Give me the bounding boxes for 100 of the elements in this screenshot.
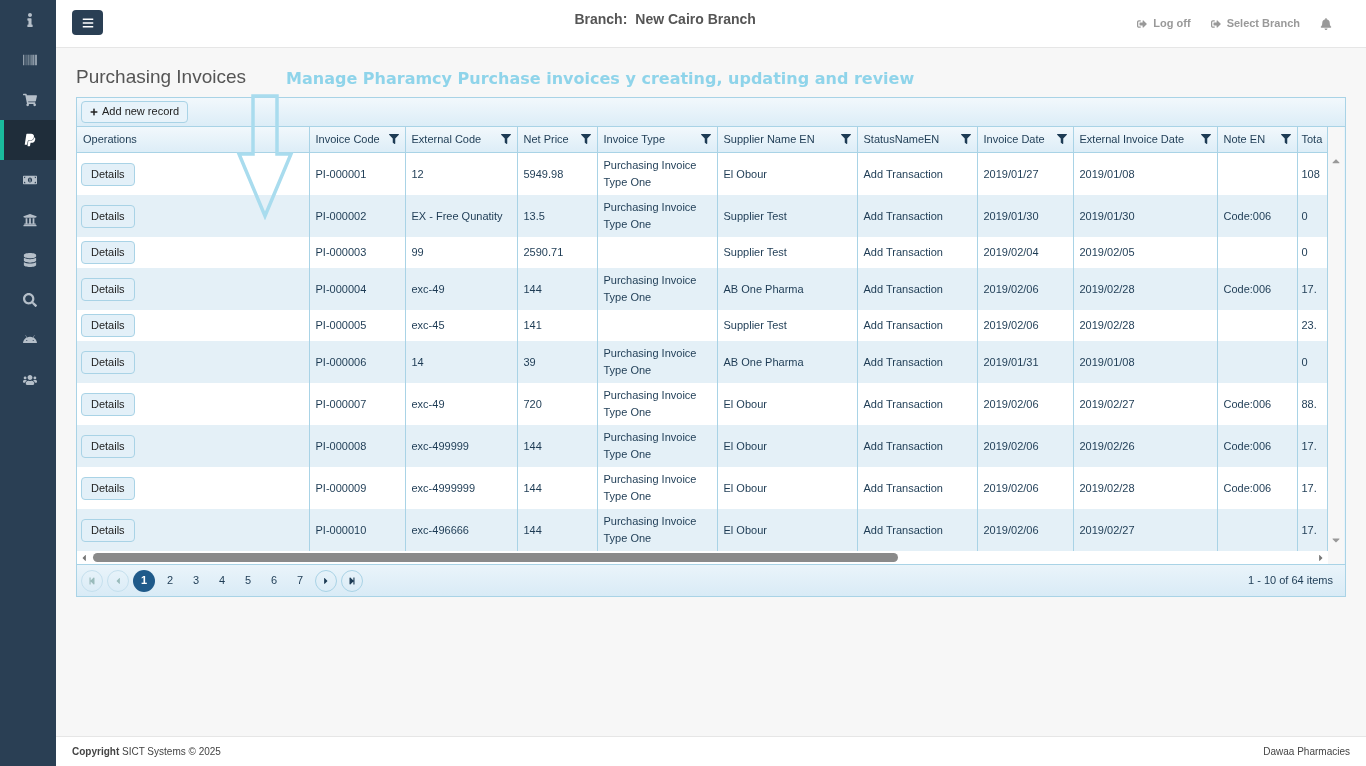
- table-cell: 13.5: [523, 209, 545, 222]
- sidebar-item[interactable]: [0, 120, 56, 160]
- page-button[interactable]: 7: [289, 569, 311, 592]
- filter-icon[interactable]: [1280, 134, 1291, 145]
- table-cell: Add Transaction: [863, 167, 943, 180]
- add-record-button[interactable]: Add new record: [81, 100, 189, 123]
- copyright-text: Copyright SICT Systems © 2025: [72, 745, 221, 759]
- column-header[interactable]: Invoice Date: [977, 126, 1073, 153]
- table-cell: Add Transaction: [863, 209, 943, 222]
- table-cell: 2019/02/06: [983, 282, 1039, 295]
- details-button[interactable]: Details: [81, 350, 135, 374]
- table-cell: 99: [411, 246, 424, 258]
- menu-icon: [81, 16, 94, 29]
- table-cell: Add Transaction: [863, 319, 943, 331]
- filter-icon[interactable]: [1056, 134, 1067, 145]
- page-button[interactable]: 6: [263, 569, 285, 592]
- column-header[interactable]: Invoice Code: [309, 126, 405, 153]
- table-cell: PI-000009: [315, 481, 367, 494]
- table-cell: 2019/02/28: [1079, 319, 1135, 331]
- column-header[interactable]: Tota: [1297, 126, 1327, 153]
- annotation-text: Manage Pharamcy Purchase invoices y creating, updating and review: [286, 67, 915, 90]
- table-cell: PI-000007: [315, 397, 367, 410]
- table-cell: Code:006: [1223, 397, 1272, 410]
- table-cell: Add Transaction: [863, 523, 943, 536]
- page-button[interactable]: 2: [159, 569, 181, 592]
- filter-icon[interactable]: [500, 134, 511, 145]
- table-cell: PI-000002: [315, 209, 367, 222]
- filter-icon[interactable]: [960, 134, 971, 145]
- page-button[interactable]: 3: [185, 569, 207, 592]
- table-cell: Purchasing Invoice Type One: [603, 201, 697, 230]
- details-button[interactable]: Details: [81, 434, 135, 458]
- table-cell: Add Transaction: [863, 355, 943, 368]
- table-cell: 141: [523, 319, 542, 331]
- column-header[interactable]: External Invoice Date: [1073, 126, 1217, 153]
- table-cell: Purchasing Invoice Type One: [603, 159, 697, 188]
- table-cell: Add Transaction: [863, 397, 943, 410]
- details-button[interactable]: Details: [81, 162, 135, 186]
- column-header[interactable]: StatusNameEN: [857, 126, 977, 153]
- table-cell: 5949.98: [523, 167, 564, 180]
- table-cell: EX - Free Qunatity: [411, 209, 503, 222]
- page-button[interactable]: 5: [237, 569, 259, 592]
- table-cell: PI-000001: [315, 167, 367, 180]
- page-button[interactable]: 4: [211, 569, 233, 592]
- table-cell: PI-000008: [315, 439, 367, 452]
- filter-icon[interactable]: [580, 134, 591, 145]
- table-cell: Purchasing Invoice Type One: [603, 347, 697, 376]
- table-cell: 17.: [1301, 481, 1317, 494]
- table-cell: exc-45: [411, 319, 445, 331]
- table-cell: 2019/02/27: [1079, 523, 1135, 536]
- filter-icon[interactable]: [1200, 134, 1211, 145]
- filter-icon[interactable]: [388, 134, 399, 145]
- table-cell: exc-49: [411, 282, 445, 295]
- column-header[interactable]: Supplier Name EN: [717, 126, 857, 153]
- horizontal-scrollbar[interactable]: [77, 551, 1328, 564]
- pager-summary: 1 - 10 of 64 items: [1248, 573, 1333, 589]
- table-cell: 144: [523, 439, 542, 452]
- table-cell: Supplier Test: [723, 319, 787, 331]
- table-cell: 2019/01/08: [1079, 355, 1135, 368]
- table-cell: 2019/02/06: [983, 397, 1039, 410]
- menu-button[interactable]: [72, 10, 103, 35]
- table-cell: 0: [1301, 209, 1308, 222]
- first-page-icon: [88, 576, 96, 585]
- table-cell: exc-4999999: [411, 481, 476, 494]
- table-cell: 2019/01/08: [1079, 167, 1135, 180]
- details-button[interactable]: Details: [81, 314, 135, 337]
- details-button[interactable]: Details: [81, 392, 135, 416]
- column-header[interactable]: Invoice Type: [597, 126, 717, 153]
- table-cell: El Obour: [723, 439, 767, 452]
- table-cell: 12: [411, 167, 424, 180]
- column-header[interactable]: External Code: [405, 126, 517, 153]
- table-cell: 2590.71: [523, 246, 564, 258]
- table-cell: 144: [523, 282, 542, 295]
- bank-icon: [23, 213, 37, 227]
- table-cell: exc-499999: [411, 439, 469, 452]
- table-cell: 144: [523, 523, 542, 536]
- table-cell: 144: [523, 481, 542, 494]
- table-cell: Purchasing Invoice Type One: [603, 274, 697, 303]
- table-cell: Add Transaction: [863, 246, 943, 258]
- table-cell: 88.: [1301, 397, 1317, 410]
- details-button[interactable]: Details: [81, 277, 135, 301]
- column-header[interactable]: Note EN: [1217, 126, 1297, 153]
- branch-label: Branch:: [574, 10, 628, 29]
- details-button[interactable]: Details: [81, 204, 135, 228]
- table-cell: 2019/02/06: [983, 439, 1039, 452]
- table-cell: PI-000005: [315, 319, 367, 331]
- details-button[interactable]: Details: [81, 241, 135, 264]
- details-button[interactable]: Details: [81, 476, 135, 500]
- table-cell: Code:006: [1223, 481, 1272, 494]
- table-cell: El Obour: [723, 481, 767, 494]
- page-button[interactable]: 1: [133, 569, 155, 592]
- table-cell: Add Transaction: [863, 481, 943, 494]
- filter-icon[interactable]: [840, 134, 851, 145]
- details-button[interactable]: Details: [81, 518, 135, 542]
- plus-icon: [90, 107, 98, 116]
- table-cell: 2019/02/27: [1079, 397, 1135, 410]
- filter-icon[interactable]: [700, 134, 711, 145]
- column-header[interactable]: Net Price: [517, 126, 597, 153]
- bell-icon[interactable]: [1320, 17, 1332, 30]
- table-cell: PI-000006: [315, 355, 367, 368]
- column-header[interactable]: Operations: [77, 126, 309, 153]
